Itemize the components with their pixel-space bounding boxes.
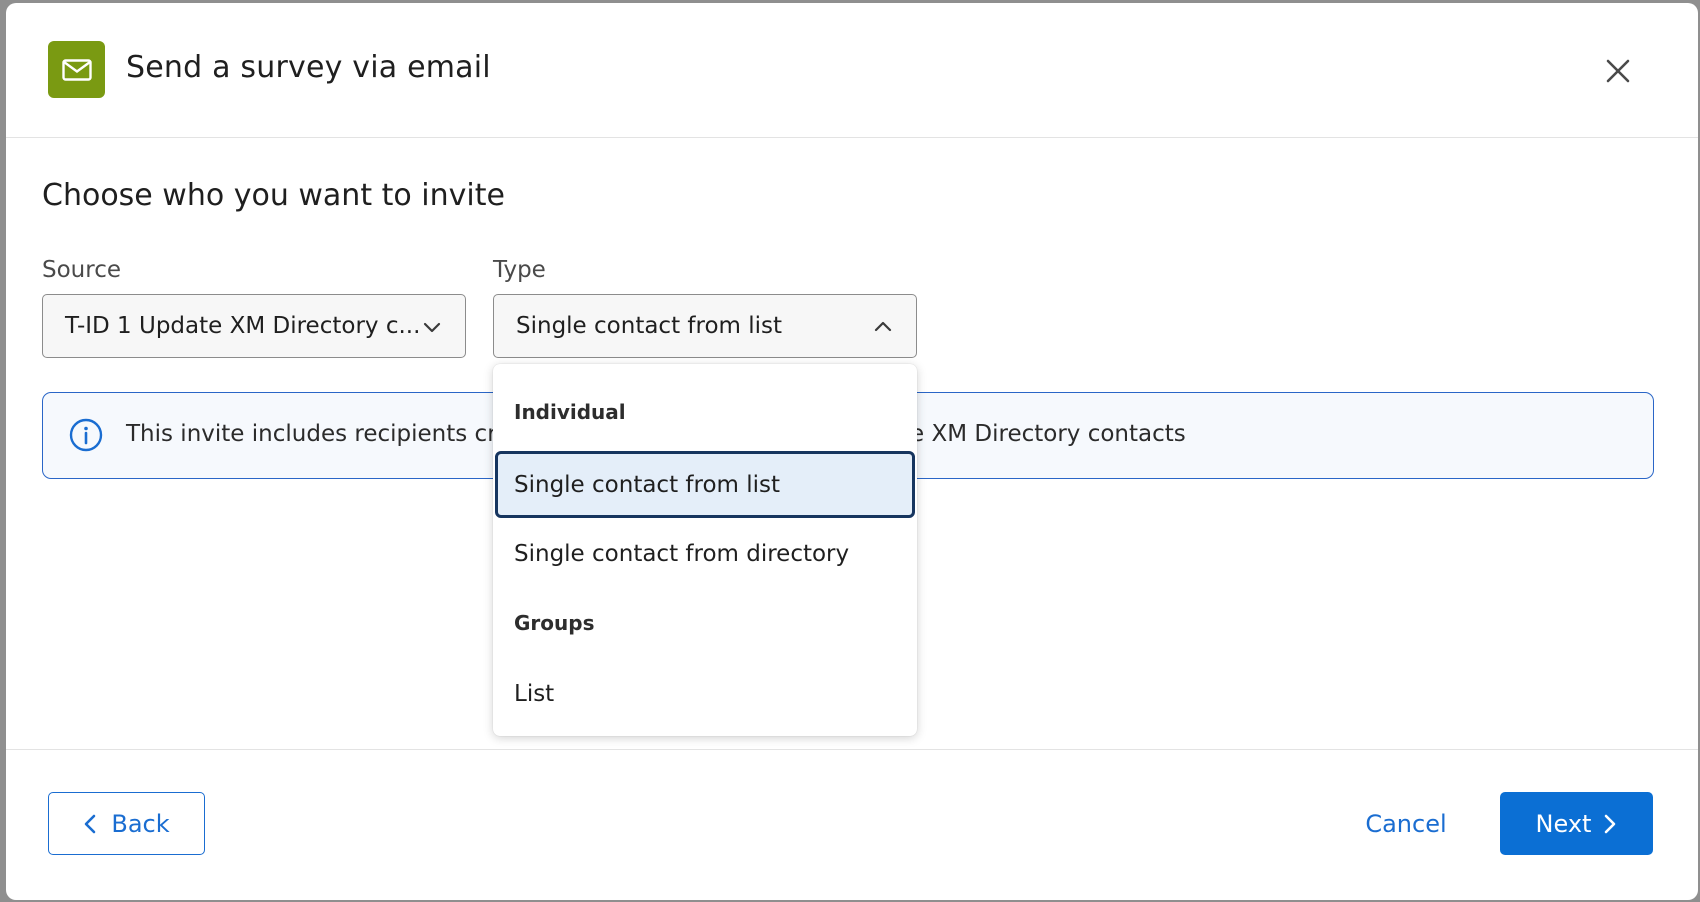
chevron-right-icon xyxy=(1605,814,1616,833)
dropdown-option-single-contact-from-directory[interactable]: Single contact from directory xyxy=(495,520,915,587)
source-select-value: T-ID 1 Update XM Directory c... xyxy=(65,313,421,339)
send-survey-dialog: Send a survey via email Choose who you w… xyxy=(6,3,1698,900)
info-icon xyxy=(69,418,103,452)
info-banner-text-right: te XM Directory contacts xyxy=(901,421,1186,447)
type-dropdown-menu: Individual Single contact from list Sing… xyxy=(493,364,917,736)
section-heading: Choose who you want to invite xyxy=(42,178,505,213)
cancel-button-label: Cancel xyxy=(1365,809,1447,838)
chevron-down-icon xyxy=(423,322,441,333)
type-select[interactable]: Single contact from list xyxy=(493,294,917,358)
dropdown-option-single-contact-from-list[interactable]: Single contact from list xyxy=(495,451,915,518)
mail-icon xyxy=(48,41,105,98)
info-banner-text-left: This invite includes recipients crea xyxy=(126,421,525,447)
back-button[interactable]: Back xyxy=(48,792,205,855)
next-button[interactable]: Next xyxy=(1500,792,1653,855)
type-label: Type xyxy=(493,257,546,283)
source-label: Source xyxy=(42,257,121,283)
back-button-label: Back xyxy=(111,809,170,838)
cancel-button[interactable]: Cancel xyxy=(1354,792,1458,855)
dialog-title: Send a survey via email xyxy=(126,50,491,85)
chevron-up-icon xyxy=(874,321,892,332)
type-select-value: Single contact from list xyxy=(516,313,783,339)
dialog-header: Send a survey via email xyxy=(6,3,1698,138)
footer-divider xyxy=(6,749,1698,750)
dropdown-group-groups: Groups xyxy=(514,611,595,635)
close-icon[interactable] xyxy=(1600,53,1636,89)
next-button-label: Next xyxy=(1535,809,1592,838)
dropdown-option-list[interactable]: List xyxy=(495,660,915,727)
chevron-left-icon xyxy=(85,814,96,833)
source-select[interactable]: T-ID 1 Update XM Directory c... xyxy=(42,294,466,358)
dropdown-group-individual: Individual xyxy=(514,400,626,424)
